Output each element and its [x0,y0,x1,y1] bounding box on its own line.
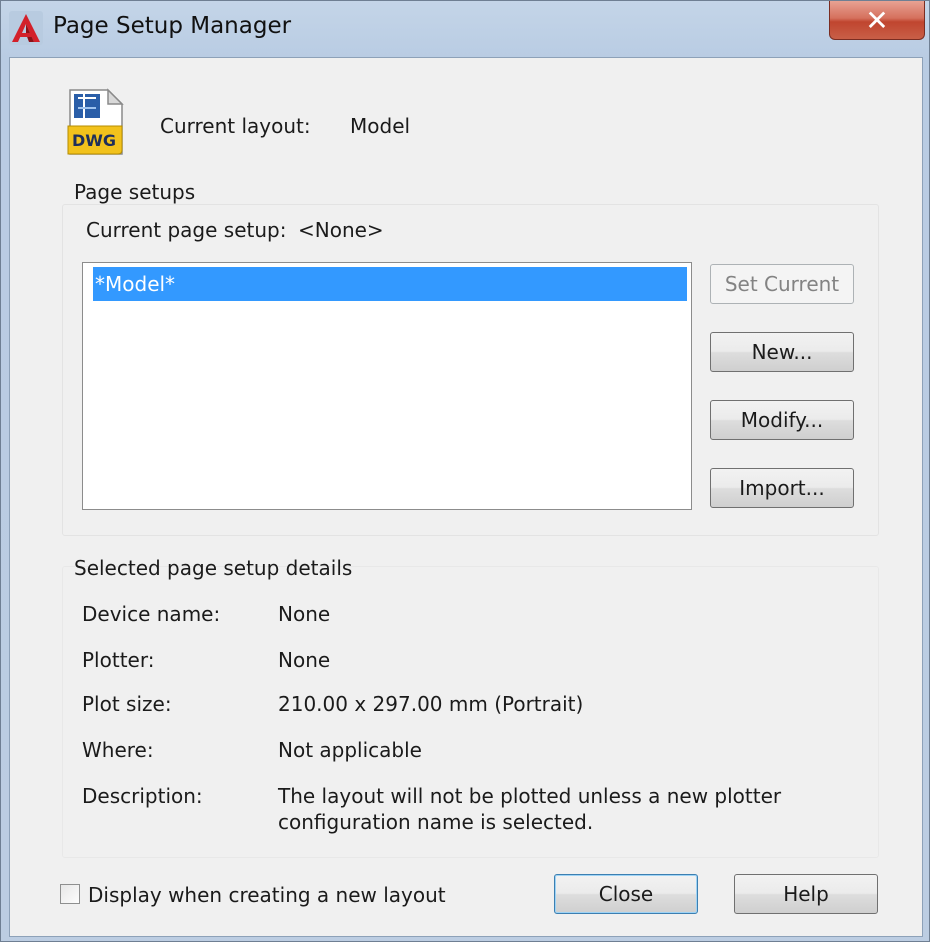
list-item[interactable]: *Model* [93,267,687,301]
where-label: Where: [82,738,154,762]
current-page-setup-value: <None> [298,218,384,242]
title-bar[interactable]: Page Setup Manager ✕ [1,1,929,55]
import-button[interactable]: Import... [710,468,854,508]
dialog-body: DWG Current layout: Model Page setups Cu… [9,57,923,937]
display-on-new-layout-label[interactable]: Display when creating a new layout [88,883,446,907]
plot-size-label: Plot size: [82,692,172,716]
close-button[interactable]: Close [554,874,698,914]
display-on-new-layout-checkbox[interactable] [60,884,80,904]
dwg-icon-label: DWG [72,131,117,150]
autocad-app-icon [9,11,43,45]
page-setups-title: Page setups [74,180,196,204]
where-value: Not applicable [278,738,422,762]
window-title: Page Setup Manager [53,13,292,39]
help-button[interactable]: Help [734,874,878,914]
current-page-setup-label: Current page setup: [86,218,287,242]
description-line-1: The layout will not be plotted unless a … [278,784,782,808]
close-window-button[interactable]: ✕ [829,1,925,40]
description-label: Description: [82,784,203,808]
device-name-label: Device name: [82,602,221,626]
details-title: Selected page setup details [74,556,353,580]
modify-button[interactable]: Modify... [710,400,854,440]
device-name-value: None [278,602,331,626]
close-icon: ✕ [865,3,889,37]
plot-size-value: 210.00 x 297.00 mm (Portrait) [278,692,584,716]
plotter-value: None [278,648,331,672]
description-line-2: configuration name is selected. [278,810,594,834]
current-layout-value: Model [350,114,411,138]
set-current-button[interactable]: Set Current [710,264,854,304]
new-button[interactable]: New... [710,332,854,372]
page-setups-listbox[interactable]: *Model* [82,262,692,510]
page-setup-manager-window: Page Setup Manager ✕ DWG Current layout:… [0,0,930,942]
current-layout-label: Current layout: [160,114,311,138]
plotter-label: Plotter: [82,648,155,672]
